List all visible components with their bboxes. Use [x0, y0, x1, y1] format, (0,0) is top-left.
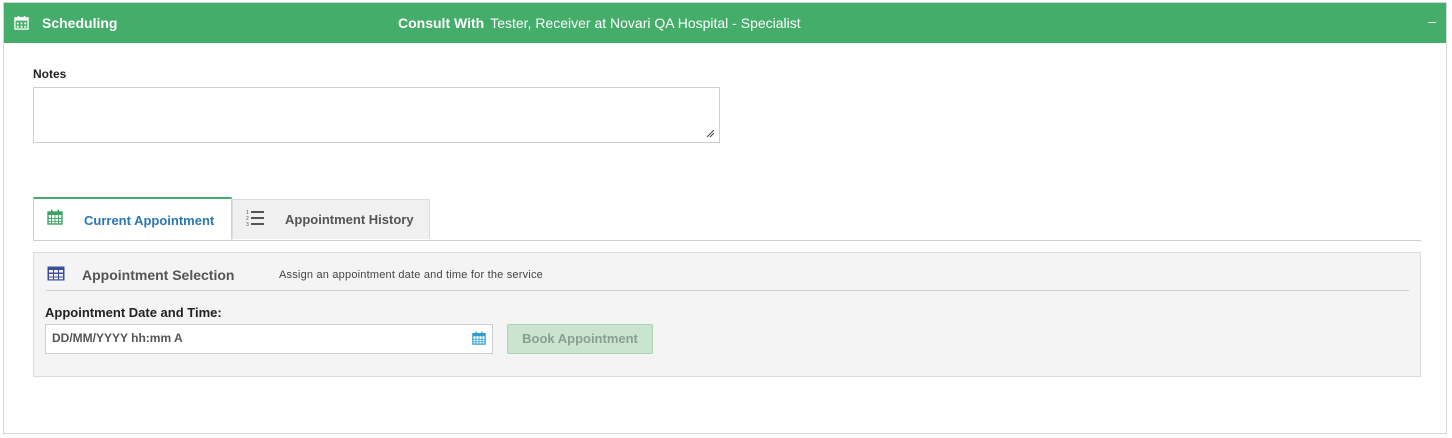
- notes-label: Notes: [33, 67, 67, 81]
- consult-info: Consult With Tester, Receiver at Novari Q…: [398, 15, 801, 31]
- resize-grip-icon[interactable]: [705, 128, 715, 138]
- calendar-icon: [47, 209, 63, 225]
- calendar-icon: [14, 15, 29, 30]
- table-icon: [47, 266, 65, 281]
- appointment-datetime-input[interactable]: [46, 325, 452, 351]
- svg-text:3: 3: [246, 222, 249, 228]
- consult-prefix: Consult With: [398, 15, 485, 31]
- tab-current-appointment[interactable]: Current Appointment: [33, 197, 232, 240]
- notes-textarea[interactable]: [33, 87, 720, 143]
- book-appointment-button[interactable]: Book Appointment: [507, 324, 653, 354]
- tab-appointment-history-label: Appointment History: [285, 212, 414, 227]
- consult-name: Tester, Receiver at Novari QA Hospital -…: [490, 15, 801, 31]
- appointment-tabs: Current Appointment 1 2 3 Appointment Hi…: [33, 197, 1421, 241]
- tab-current-appointment-label: Current Appointment: [84, 213, 215, 228]
- appointment-datetime-field[interactable]: [45, 324, 493, 354]
- section-subtitle: Assign an appointment date and time for …: [279, 269, 543, 281]
- collapse-button[interactable]: –: [1428, 13, 1436, 29]
- panel-header: Scheduling Consult With Tester, Receiver …: [4, 3, 1446, 43]
- section-title: Appointment Selection: [82, 267, 235, 283]
- tab-appointment-history[interactable]: 1 2 3 Appointment History: [232, 199, 430, 239]
- appointment-datetime-label: Appointment Date and Time:: [45, 305, 222, 320]
- numbered-list-icon: 1 2 3: [246, 210, 264, 228]
- section-divider: [46, 290, 1409, 291]
- panel-title: Scheduling: [42, 15, 118, 31]
- calendar-picker-icon[interactable]: [472, 331, 486, 345]
- appointment-selection-section: Appointment Selection Assign an appointm…: [33, 252, 1421, 377]
- scheduling-panel: Scheduling Consult With Tester, Receiver …: [3, 2, 1447, 434]
